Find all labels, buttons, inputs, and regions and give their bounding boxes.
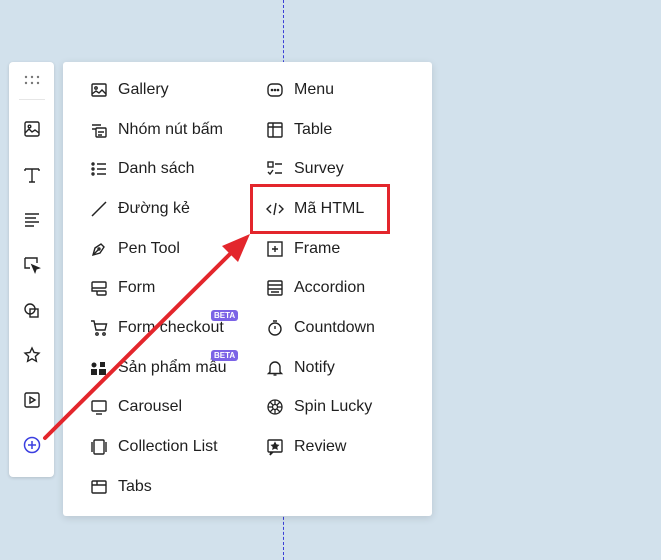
annotation-arrow <box>43 234 250 440</box>
